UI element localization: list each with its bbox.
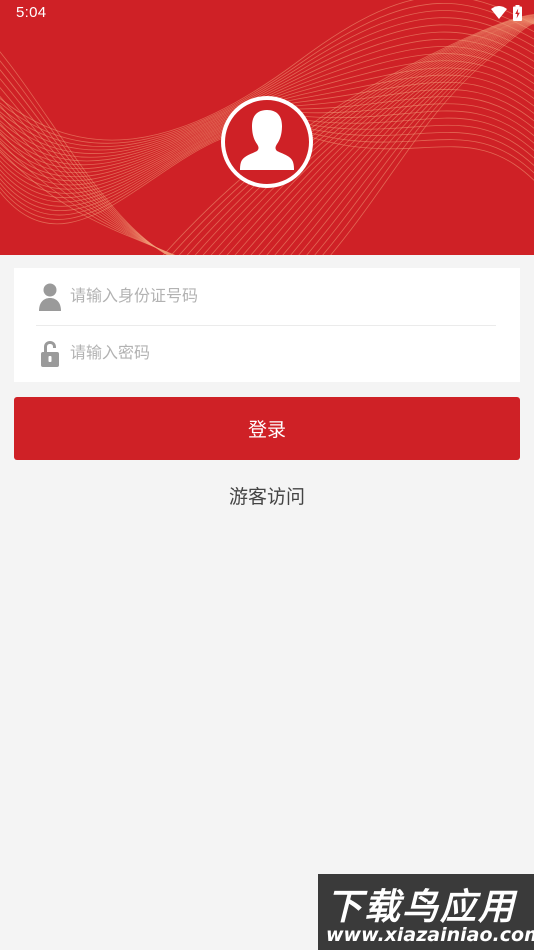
user-icon [39, 283, 61, 311]
status-icons [491, 5, 522, 21]
battery-charging-icon [513, 5, 522, 21]
user-avatar-icon [223, 98, 311, 186]
password-input[interactable] [70, 337, 490, 367]
id-number-input[interactable] [70, 280, 490, 310]
guest-access-link[interactable]: 游客访问 [0, 482, 534, 509]
login-button[interactable]: 登录 [14, 397, 520, 460]
watermark-title: 下载鸟应用 [326, 887, 517, 928]
header-banner: 5:04 [0, 0, 534, 255]
status-time: 5:04 [16, 4, 47, 21]
avatar[interactable] [221, 96, 313, 188]
status-bar: 5:04 [0, 0, 534, 28]
watermark-logo: 下载鸟应用 www.xiazainiao.com [318, 874, 534, 950]
id-number-field [14, 268, 520, 326]
watermark-url: www.xiazainiao.com [326, 924, 534, 946]
lock-icon [41, 341, 59, 367]
login-form-card [14, 268, 520, 382]
wifi-icon [491, 6, 507, 19]
password-field [14, 325, 520, 382]
